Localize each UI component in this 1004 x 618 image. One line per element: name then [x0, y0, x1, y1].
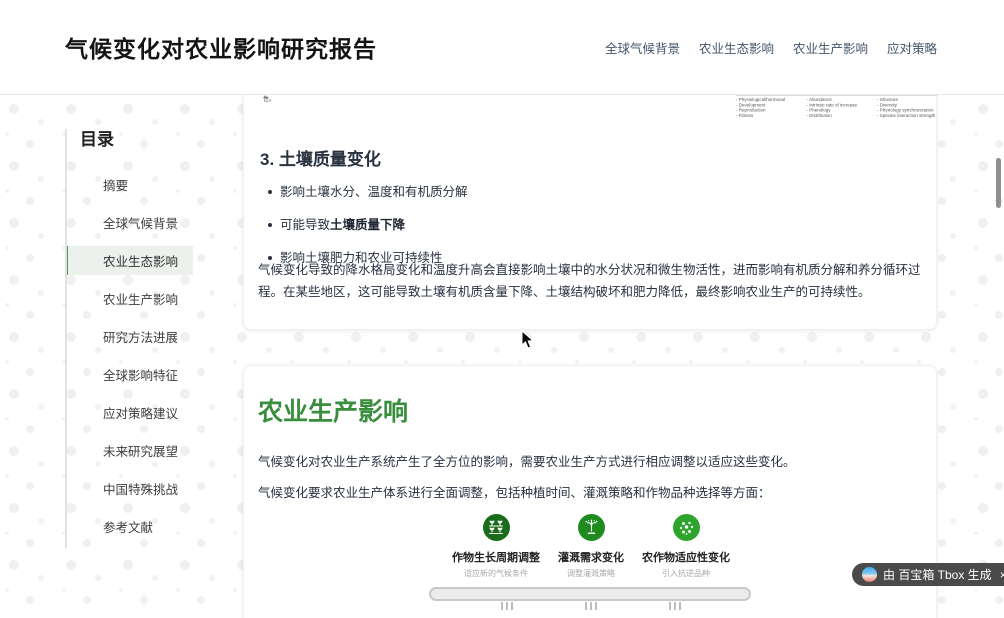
nav-link-strategies[interactable]: 应对策略 — [887, 38, 937, 57]
nav-link-agri-ecology[interactable]: 农业生态影响 — [699, 38, 774, 57]
toc-item-future-research[interactable]: 未来研究展望 — [65, 436, 193, 465]
card-agri-production: 农业生产影响 气候变化对农业生产系统产生了全方位的影响，需要农业生产方式进行相应… — [243, 365, 937, 618]
toc-item-agri-ecology-active[interactable]: 农业生态影响 — [65, 246, 193, 275]
diagram-item: Distribution — [807, 114, 867, 119]
scrollbar-thumb[interactable] — [996, 158, 1001, 208]
tick-group — [501, 602, 513, 610]
toc-item-strategy-advice[interactable]: 应对策略建议 — [65, 398, 193, 427]
adaptation-dots-icon — [672, 514, 700, 541]
agri-paragraph-1: 气候变化对农业生产系统产生了全方位的影响，需要农业生产方式进行相应调整以适应这些… — [258, 455, 796, 469]
partial-chart — [429, 587, 751, 610]
diagram-item: Fitness — [736, 114, 796, 119]
toc-item-global-impact[interactable]: 全球影响特征 — [65, 360, 193, 389]
badge-close-icon[interactable]: × — [1000, 568, 1004, 582]
soil-paragraph: 气候变化导致的降水格局变化和温度升高会直接影响土壤中的水分状况和微生物活性，进而… — [258, 263, 921, 299]
agri-paragraph-2: 气候变化要求农业生产体系进行全面调整，包括种植时间、灌溉策略和作物品种选择等方面… — [258, 486, 771, 500]
section-heading-soil-quality: 3. 土壤质量变化 — [260, 150, 381, 169]
toc-item-research-methods[interactable]: 研究方法进展 — [65, 322, 193, 351]
bullet-item: 可能导致土壤质量下降 — [268, 214, 468, 233]
generator-badge[interactable]: 由 百宝箱 Tbox 生成 × — [852, 563, 1004, 586]
nav-link-global-climate[interactable]: 全球气候背景 — [605, 38, 680, 57]
feature-adaptation: 农作物适应性变化 引入抗逆品种 — [639, 514, 734, 579]
tbox-logo-icon — [862, 567, 877, 582]
toc-item-agri-production[interactable]: 农业生产影响 — [65, 284, 193, 313]
clipped-text-fragment: 性。 — [263, 97, 276, 103]
page: 气候变化对农业影响研究报告 全球气候背景 农业生态影响 农业生产影响 应对策略 … — [0, 0, 1004, 618]
feature-crop-growth: 作物生长周期调整 适应新的气候条件 — [449, 514, 544, 579]
top-nav: 全球气候背景 农业生态影响 农业生产影响 应对策略 — [605, 38, 937, 57]
feature-subtitle: 调整灌溉策略 — [567, 569, 615, 578]
diagram-column-individual: Physiological/hormonal Development Repro… — [736, 98, 796, 119]
figure-remnant-diagram: Physiological/hormonal Development Repro… — [736, 95, 937, 119]
tick-group — [669, 602, 681, 610]
feature-subtitle: 引入抗逆品种 — [662, 569, 710, 578]
diagram-column-population: Abundance Intrinsic rate of increase Phe… — [807, 98, 867, 119]
feature-row: 作物生长周期调整 适应新的气候条件 灌溉需求变化 调整灌溉策略 农作物适应性变化… — [244, 514, 938, 579]
bullet-dot — [268, 190, 272, 194]
card-soil-quality: 性。 Physiological/hormonal Development Re… — [243, 60, 937, 330]
toc-item-china-challenges[interactable]: 中国特殊挑战 — [65, 474, 193, 503]
header: 气候变化对农业影响研究报告 全球气候背景 农业生态影响 农业生产影响 应对策略 — [0, 0, 1004, 95]
toc-item-global-climate[interactable]: 全球气候背景 — [65, 208, 193, 237]
feature-irrigation: 灌溉需求变化 调整灌溉策略 — [544, 514, 639, 579]
badge-text: 由 百宝箱 Tbox 生成 — [883, 568, 992, 582]
chart-ticks — [429, 601, 751, 610]
tick-group — [585, 602, 597, 610]
bullet-dot — [268, 223, 272, 227]
toc-rail-line — [65, 129, 67, 548]
irrigation-icon — [577, 514, 605, 541]
toc-item-references[interactable]: 参考文献 — [65, 512, 193, 541]
crop-growth-icon — [482, 514, 510, 541]
feature-title: 作物生长周期调整 — [452, 552, 540, 564]
bullet-item: 影响土壤水分、温度和有机质分解 — [268, 181, 468, 200]
diagram-column-community: Structure Diversity Phenology synchroniz… — [877, 98, 937, 119]
toc-item-abstract[interactable]: 摘要 — [65, 170, 193, 199]
toc-title: 目录 — [80, 130, 114, 149]
page-title: 气候变化对农业影响研究报告 — [65, 36, 377, 62]
mouse-cursor-icon — [521, 329, 535, 354]
chart-frame-top — [429, 587, 751, 601]
section-heading-agri-production: 农业生产影响 — [258, 398, 409, 426]
feature-title: 灌溉需求变化 — [558, 552, 624, 564]
nav-link-agri-production[interactable]: 农业生产影响 — [793, 38, 868, 57]
diagram-item: Species interaction strength — [877, 114, 937, 119]
table-of-contents: 目录 摘要 全球气候背景 农业生态影响 农业生产影响 研究方法进展 全球影响特征… — [65, 125, 235, 550]
feature-subtitle: 适应新的气候条件 — [464, 569, 528, 578]
toc-list: 摘要 全球气候背景 农业生态影响 农业生产影响 研究方法进展 全球影响特征 应对… — [65, 170, 235, 541]
feature-title: 农作物适应性变化 — [642, 552, 730, 564]
